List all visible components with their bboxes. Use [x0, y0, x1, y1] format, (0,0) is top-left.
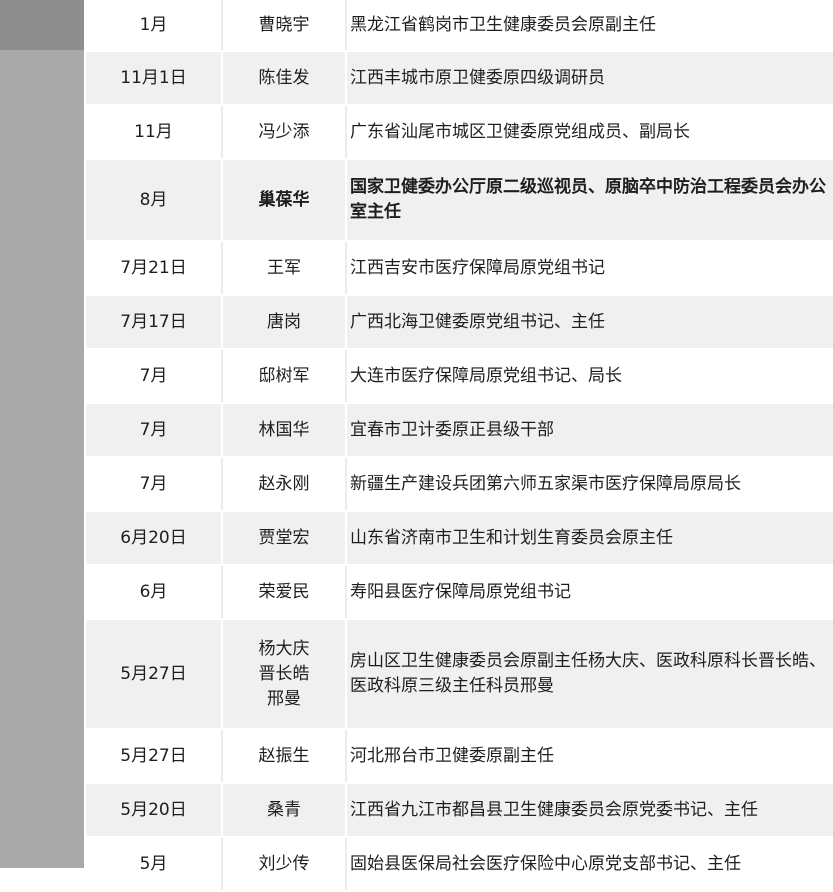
table-row: 6月 荣爱民 寿阳县医疗保障局原党组书记 — [86, 566, 833, 620]
table-row: 5月27日 杨大庆 晋长皓 邢曼 房山区卫生健康委员会原副主任杨大庆、医政科原科长晋… — [86, 620, 833, 730]
date-cell: 5月20日 — [120, 799, 187, 820]
officials-table: 1月 曹晓宇 黑龙江省鹤岗市卫生健康委员会原副主任 11月1日 陈佳发 江西丰城市原卫健委… — [86, 0, 833, 892]
date-cell: 6月20日 — [120, 527, 187, 548]
description-cell: 大连市医疗保障局原党组书记、局长 — [350, 365, 622, 386]
description-cell: 广东省汕尾市城区卫健委原党组成员、副局长 — [350, 121, 690, 142]
name-cell: 巢葆华 — [258, 189, 310, 210]
date-cell: 7月 — [139, 419, 168, 440]
description-cell: 河北邢台市卫健委原副主任 — [350, 745, 554, 766]
name-cell: 王军 — [267, 257, 301, 278]
description-cell: 寿阳县医疗保障局原党组书记 — [350, 581, 571, 602]
description-cell: 江西丰城市原卫健委原四级调研员 — [350, 67, 605, 88]
date-cell: 11月 — [134, 121, 173, 142]
table-row: 1月 曹晓宇 黑龙江省鹤岗市卫生健康委员会原副主任 — [86, 0, 833, 52]
table-row: 11月 冯少添 广东省汕尾市城区卫健委原党组成员、副局长 — [86, 106, 833, 160]
name-cell: 曹晓宇 — [258, 14, 310, 35]
description-cell: 宜春市卫计委原正县级干部 — [350, 419, 554, 440]
table-row: 8月 巢葆华 国家卫健委办公厅原二级巡视员、原脑卒中防治工程委员会办公室主任 — [86, 160, 833, 242]
side-band-top — [0, 0, 84, 50]
date-cell: 1月 — [139, 14, 168, 35]
date-cell: 11月1日 — [120, 67, 187, 88]
table-row: 11月1日 陈佳发 江西丰城市原卫健委原四级调研员 — [86, 52, 833, 106]
name-cell: 唐岗 — [267, 311, 301, 332]
date-cell: 6月 — [139, 581, 168, 602]
table-row: 7月21日 王军 江西吉安市医疗保障局原党组书记 — [86, 242, 833, 296]
description-cell: 江西吉安市医疗保障局原党组书记 — [350, 257, 605, 278]
name-cell: 邸树军 — [258, 365, 310, 386]
date-cell: 7月21日 — [120, 257, 187, 278]
name-cell: 赵振生 — [258, 745, 310, 766]
table-row: 5月20日 桑青 江西省九江市都昌县卫生健康委员会原党委书记、主任 — [86, 784, 833, 838]
description-cell: 新疆生产建设兵团第六师五家渠市医疗保障局原局长 — [350, 473, 741, 494]
name-cell: 冯少添 — [258, 121, 310, 142]
date-cell: 5月27日 — [120, 745, 187, 766]
description-cell: 国家卫健委办公厅原二级巡视员、原脑卒中防治工程委员会办公室主任 — [350, 177, 826, 222]
table-row: 7月 邸树军 大连市医疗保障局原党组书记、局长 — [86, 350, 833, 404]
name-cell: 杨大庆 晋长皓 邢曼 — [258, 638, 310, 709]
table-row: 6月20日 贾堂宏 山东省济南市卫生和计划生育委员会原主任 — [86, 512, 833, 566]
name-cell: 桑青 — [267, 799, 301, 820]
date-cell: 5月27日 — [120, 663, 187, 684]
description-cell: 固始县医保局社会医疗保险中心原党支部书记、主任 — [350, 853, 741, 874]
name-cell: 贾堂宏 — [258, 527, 310, 548]
description-cell: 山东省济南市卫生和计划生育委员会原主任 — [350, 527, 673, 548]
date-cell: 7月 — [139, 365, 168, 386]
name-cell: 赵永刚 — [258, 473, 310, 494]
date-cell: 7月17日 — [120, 311, 187, 332]
table-row: 5月 刘少传 固始县医保局社会医疗保险中心原党支部书记、主任 — [86, 838, 833, 892]
date-cell: 5月 — [139, 853, 168, 874]
name-cell: 林国华 — [258, 419, 310, 440]
description-cell: 江西省九江市都昌县卫生健康委员会原党委书记、主任 — [350, 799, 758, 820]
name-cell: 刘少传 — [258, 853, 310, 874]
name-cell: 陈佳发 — [258, 67, 310, 88]
table-row: 7月 林国华 宜春市卫计委原正县级干部 — [86, 404, 833, 458]
table-row: 5月27日 赵振生 河北邢台市卫健委原副主任 — [86, 730, 833, 784]
table-row: 7月 赵永刚 新疆生产建设兵团第六师五家渠市医疗保障局原局长 — [86, 458, 833, 512]
date-cell: 7月 — [139, 473, 168, 494]
table-row: 7月17日 唐岗 广西北海卫健委原党组书记、主任 — [86, 296, 833, 350]
description-cell: 黑龙江省鹤岗市卫生健康委员会原副主任 — [350, 14, 656, 35]
date-cell: 8月 — [139, 189, 168, 210]
side-band — [0, 50, 84, 868]
name-cell: 荣爱民 — [258, 581, 310, 602]
description-cell: 房山区卫生健康委员会原副主任杨大庆、医政科原科长晋长皓、医政科原三级主任科员邢曼 — [350, 651, 826, 696]
description-cell: 广西北海卫健委原党组书记、主任 — [350, 311, 605, 332]
